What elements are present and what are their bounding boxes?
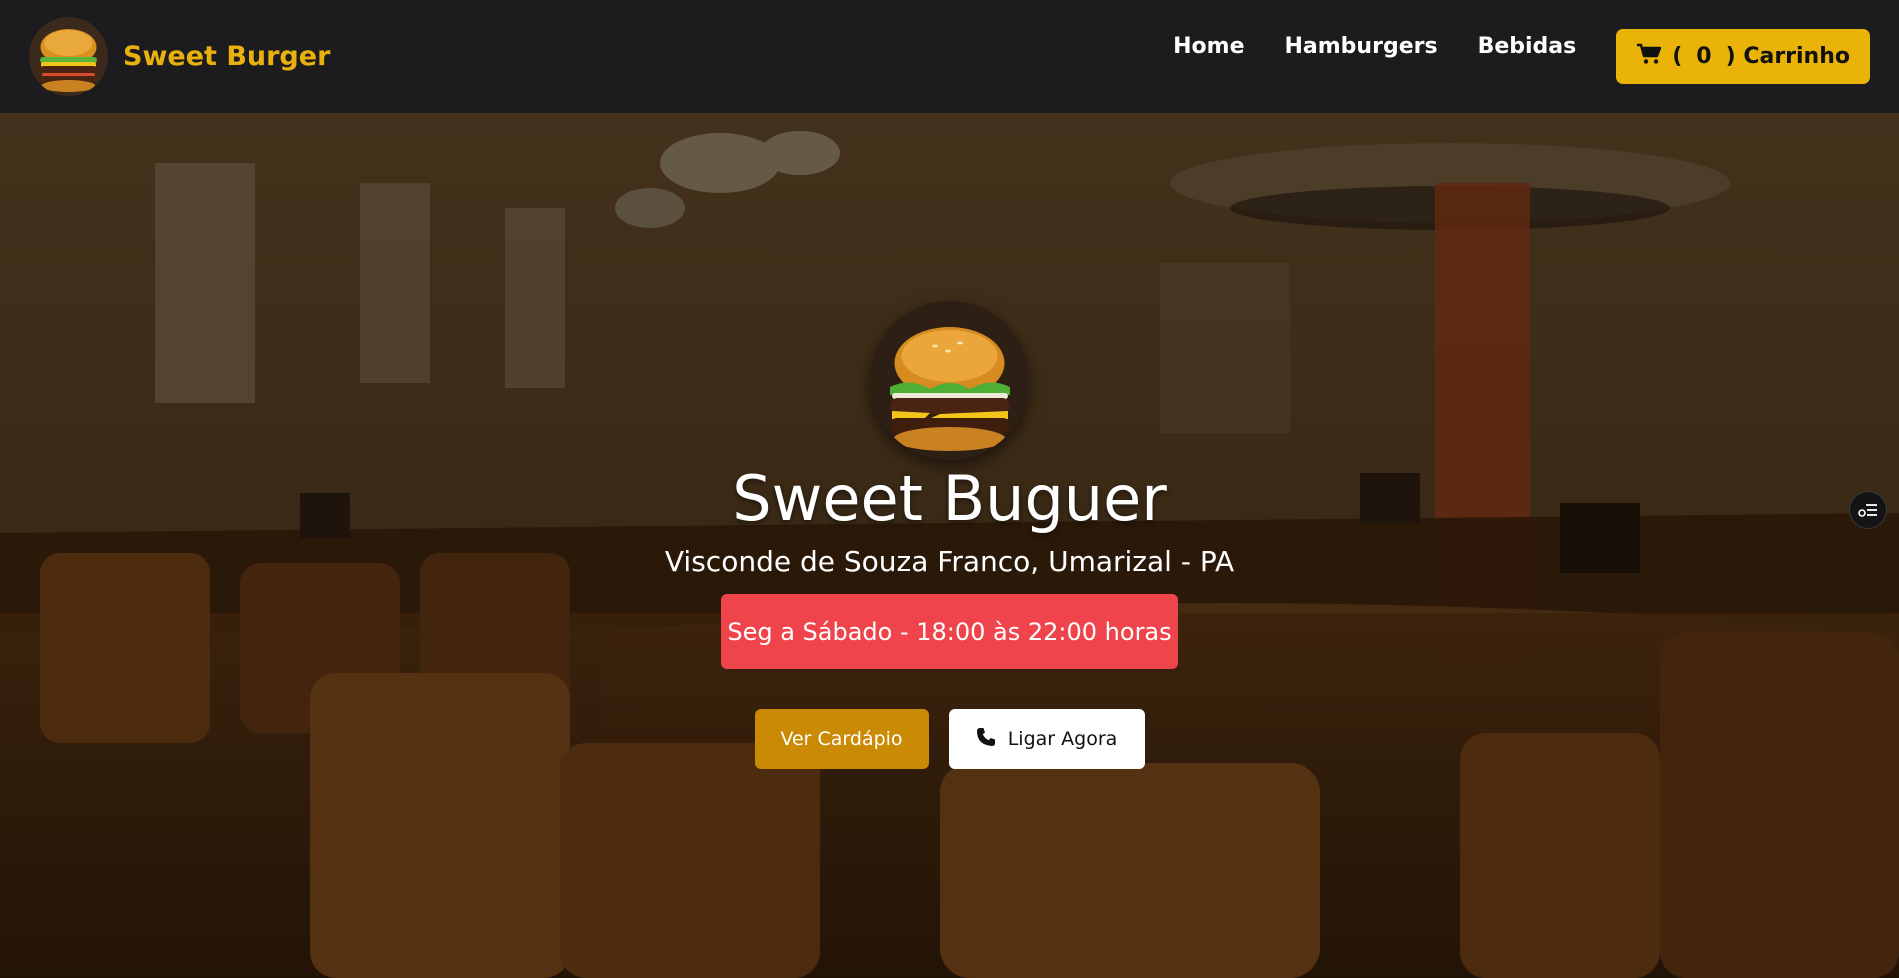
opening-hours-badge: Seg a Sábado - 18:00 às 22:00 horas xyxy=(721,594,1178,669)
cart-icon xyxy=(1636,43,1662,71)
call-now-button[interactable]: Ligar Agora xyxy=(948,709,1145,769)
cart-button[interactable]: ( 0 ) Carrinho xyxy=(1616,29,1870,84)
navbar: Sweet Burger Home Hamburgers Bebidas ( 0… xyxy=(0,0,1899,113)
nav-link-hamburgers[interactable]: Hamburgers xyxy=(1285,34,1438,59)
main-nav: Home Hamburgers Bebidas ( 0 ) Carrinho xyxy=(1173,29,1870,84)
cart-count: 0 xyxy=(1696,44,1712,69)
nav-link-bebidas[interactable]: Bebidas xyxy=(1478,34,1577,59)
hero-actions: Ver Cardápio Ligar Agora xyxy=(754,709,1145,769)
hero-address: Visconde de Souza Franco, Umarizal - PA xyxy=(664,545,1235,578)
brand[interactable]: Sweet Burger xyxy=(29,17,330,96)
cart-label: ) Carrinho xyxy=(1725,44,1850,69)
phone-icon xyxy=(976,727,996,752)
view-menu-button[interactable]: Ver Cardápio xyxy=(754,709,929,769)
brand-name: Sweet Burger xyxy=(123,41,331,72)
opening-hours-text: Seg a Sábado - 18:00 às 22:00 horas xyxy=(727,617,1172,646)
call-now-label: Ligar Agora xyxy=(1007,728,1118,750)
hero-title: Sweet Buguer xyxy=(732,462,1167,535)
burger-logo-icon xyxy=(29,17,108,96)
settings-list-icon[interactable] xyxy=(1849,491,1887,529)
cart-open-paren: ( xyxy=(1672,44,1683,69)
hero-section: Sweet Buguer Visconde de Souza Franco, U… xyxy=(0,113,1899,978)
nav-link-home[interactable]: Home xyxy=(1173,34,1244,59)
hero-burger-logo-icon xyxy=(870,301,1029,460)
hero-content: Sweet Buguer Visconde de Souza Franco, U… xyxy=(0,113,1899,978)
